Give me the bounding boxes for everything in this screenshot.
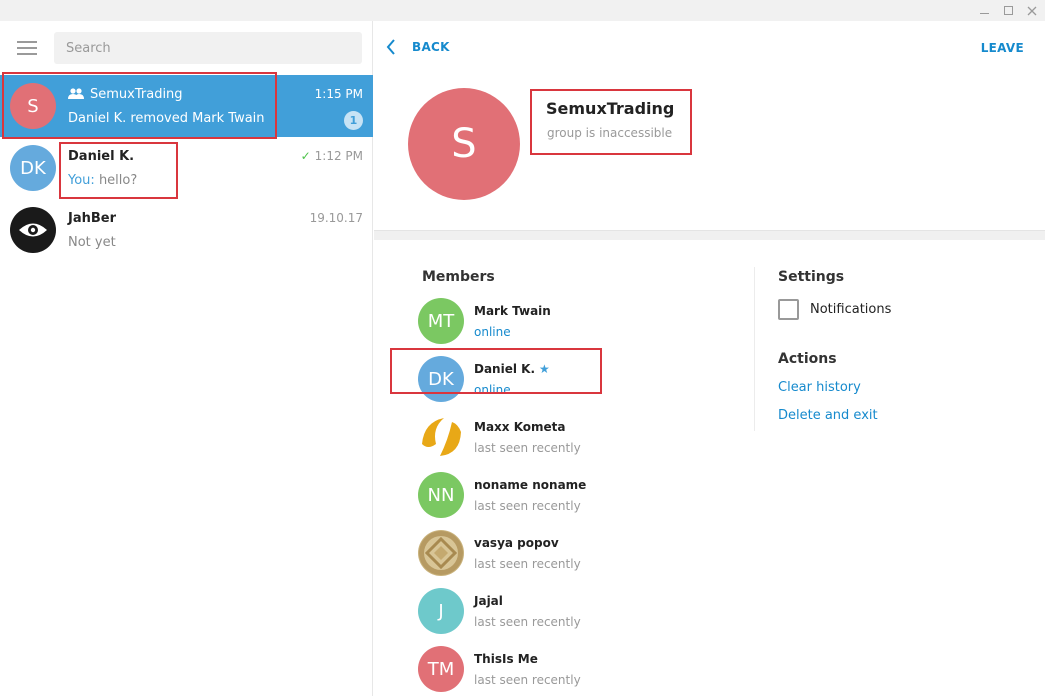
member-name: Maxx Kometa [474, 420, 566, 434]
group-icon [68, 88, 84, 99]
member-status: last seen recently [474, 673, 581, 687]
member-name: ThisIs Me [474, 652, 538, 666]
member-name: Jajal [474, 594, 503, 608]
member-status: last seen recently [474, 557, 581, 571]
member-name: Mark Twain [474, 304, 551, 318]
avatar [418, 530, 464, 576]
member-status: last seen recently [474, 499, 581, 513]
chat-preview: You: hello? [68, 173, 137, 188]
leave-button[interactable]: LEAVE [981, 41, 1024, 55]
search-input[interactable]: Search [54, 32, 362, 64]
maximize-button[interactable] [996, 0, 1020, 21]
read-check-icon: ✓ [300, 149, 311, 163]
notifications-label[interactable]: Notifications [810, 302, 891, 317]
member-name: noname noname [474, 478, 587, 492]
section-divider [374, 230, 1045, 240]
chat-time: 19.10.17 [309, 211, 363, 225]
chat-item-jahber[interactable]: JahBer 19.10.17 Not yet [0, 199, 373, 261]
member-item[interactable]: TM ThisIs Me last seen recently [418, 646, 698, 694]
member-name: Daniel K. [474, 362, 536, 376]
back-button[interactable]: BACK [386, 39, 450, 55]
member-name: vasya popov [474, 536, 559, 550]
avatar [418, 414, 464, 460]
chat-name: JahBer [68, 211, 117, 226]
kometa-logo-icon [422, 418, 461, 456]
member-name-wrap: Daniel K. ★ [474, 362, 550, 376]
avatar: TM [418, 646, 464, 692]
chat-preview: Not yet [68, 235, 116, 250]
telegram-window: Search S SemuxTrading 1:15 PM Daniel K. … [0, 0, 1045, 696]
avatar [10, 207, 56, 253]
coin-emblem-icon [419, 531, 463, 575]
eye-icon [19, 223, 47, 237]
preview-text: hello? [98, 173, 138, 188]
close-icon [1027, 6, 1037, 15]
member-status: last seen recently [474, 441, 581, 455]
member-item[interactable]: NN noname noname last seen recently [418, 472, 698, 520]
member-status: online [474, 325, 511, 339]
actions-title: Actions [778, 351, 837, 367]
chevron-left-icon [386, 39, 395, 55]
notifications-checkbox[interactable] [778, 299, 799, 320]
settings-title: Settings [778, 269, 845, 285]
members-title: Members [422, 269, 495, 285]
member-item[interactable]: J Jajal last seen recently [418, 588, 698, 636]
group-status: group is inaccessible [547, 126, 673, 140]
chat-time: 1:12 PM [314, 149, 363, 163]
chat-item-semuxtrading[interactable]: S SemuxTrading 1:15 PM Daniel K. removed… [0, 75, 373, 137]
avatar: NN [418, 472, 464, 518]
chat-name: Daniel K. [68, 149, 135, 164]
column-divider [754, 267, 755, 431]
title-bar [0, 0, 1045, 21]
minimize-button[interactable] [972, 0, 996, 21]
delete-exit-link[interactable]: Delete and exit [778, 408, 878, 423]
avatar: DK [418, 356, 464, 402]
close-button[interactable] [1020, 0, 1044, 21]
chat-preview: Daniel K. removed Mark Twain [68, 111, 265, 126]
clear-history-link[interactable]: Clear history [778, 380, 861, 395]
chat-item-daniel[interactable]: DK Daniel K. ✓ 1:12 PM You: hello? [0, 137, 373, 199]
group-info-panel: BACK LEAVE S SemuxTrading group is inacc… [374, 21, 1045, 696]
member-item[interactable]: Maxx Kometa last seen recently [418, 414, 698, 462]
chat-time: 1:15 PM [314, 87, 363, 101]
preview-prefix: You: [68, 173, 95, 188]
member-item[interactable]: MT Mark Twain online [418, 298, 698, 346]
member-status: last seen recently [474, 615, 581, 629]
maximize-icon [1003, 6, 1013, 15]
chat-sidebar: Search S SemuxTrading 1:15 PM Daniel K. … [0, 21, 373, 696]
avatar: S [10, 83, 56, 129]
chat-name: SemuxTrading [68, 87, 183, 102]
avatar: MT [418, 298, 464, 344]
back-label: BACK [412, 40, 450, 54]
avatar: J [418, 588, 464, 634]
member-status: online [474, 383, 511, 397]
group-name: SemuxTrading [546, 99, 675, 118]
admin-star-icon: ★ [539, 362, 550, 376]
member-item[interactable]: DK Daniel K. ★ online [418, 356, 698, 404]
avatar: DK [10, 145, 56, 191]
minimize-icon [979, 12, 989, 14]
unread-badge: 1 [344, 111, 363, 130]
menu-icon[interactable] [17, 41, 37, 55]
group-avatar[interactable]: S [408, 88, 520, 200]
chat-name-text: SemuxTrading [90, 87, 183, 102]
member-item[interactable]: vasya popov last seen recently [418, 530, 698, 578]
chat-time-wrap: ✓ 1:12 PM [301, 149, 363, 163]
